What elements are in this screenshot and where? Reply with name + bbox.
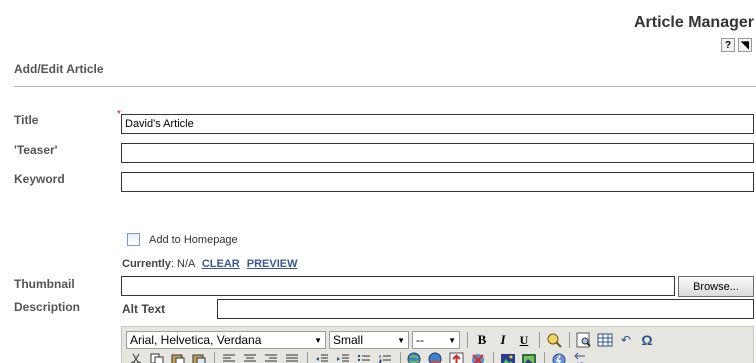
toolbar-separator (539, 332, 540, 348)
chevron-down-icon: ▼ (397, 335, 405, 345)
align-justify-icon (286, 354, 298, 362)
flash-icon (552, 353, 566, 363)
bold-button[interactable]: B (472, 331, 492, 349)
paste-icon (171, 354, 185, 363)
align-center-button[interactable] (240, 351, 260, 363)
find-button[interactable] (574, 331, 594, 349)
clear-link[interactable]: CLEAR (202, 258, 240, 270)
thumbnail-label: Thumbnail (14, 277, 75, 291)
toolbar-separator (467, 332, 468, 348)
image-manager-button[interactable] (519, 351, 539, 363)
align-right-button[interactable] (261, 351, 281, 363)
currently-value: : N/A (170, 258, 195, 270)
cut-button[interactable] (126, 351, 146, 363)
alt-text-label: Alt Text (122, 302, 166, 316)
outdent-button[interactable] (312, 351, 332, 363)
teaser-input[interactable] (121, 143, 754, 163)
title-label: Title (14, 113, 39, 127)
media-icon (472, 354, 484, 363)
undo-button[interactable]: ↶ (616, 331, 636, 349)
toolbar-separator (493, 352, 494, 363)
italic-button[interactable]: I (493, 331, 513, 349)
copy-button[interactable] (147, 351, 167, 363)
help-icon[interactable]: ? (721, 38, 735, 52)
text-direction-icon: AB (574, 352, 585, 360)
indent-icon (337, 354, 349, 362)
text-direction-button[interactable]: AB (570, 351, 590, 363)
align-justify-button[interactable] (282, 351, 302, 363)
description-label: Description (14, 300, 81, 314)
flash-button[interactable] (549, 351, 569, 363)
font-size-select[interactable]: Small ▼ (329, 331, 409, 349)
find-icon (576, 332, 591, 348)
indent-button[interactable] (333, 351, 353, 363)
header-icons: ? ◥ (721, 38, 752, 52)
preview-link[interactable]: PREVIEW (247, 258, 298, 270)
spellcheck-button[interactable] (544, 331, 564, 349)
pointer-icon[interactable]: ◥ (738, 38, 752, 52)
chevron-down-icon: ▼ (314, 335, 322, 345)
insert-image-button[interactable] (498, 351, 518, 363)
bullet-list-icon (357, 354, 370, 363)
special-character-button[interactable]: Ω (637, 331, 657, 349)
align-left-icon (223, 354, 235, 362)
add-to-homepage-checkbox[interactable] (127, 233, 140, 246)
format-select[interactable]: -- ▼ (412, 331, 460, 349)
browse-button[interactable]: Browse... (678, 276, 754, 297)
chevron-down-icon: ▼ (448, 335, 456, 345)
format-value: -- (416, 333, 424, 347)
bullet-list-button[interactable] (354, 351, 374, 363)
font-family-select[interactable]: Arial, Helvetica, Verdana ▼ (126, 331, 326, 349)
unlink-icon (428, 352, 442, 363)
image-icon (501, 354, 515, 363)
thumbnail-file-input[interactable] (121, 276, 675, 296)
title-input[interactable] (121, 114, 754, 134)
upload-icon (449, 352, 464, 363)
toolbar-separator (569, 332, 570, 348)
teaser-label: 'Teaser' (14, 143, 58, 157)
paste-button[interactable] (168, 351, 188, 363)
toolbar-separator (214, 352, 215, 363)
outdent-icon (316, 354, 328, 362)
media-button[interactable] (468, 351, 488, 363)
numbered-list-button[interactable] (375, 351, 395, 363)
globe-link-icon (407, 352, 421, 363)
table-icon (597, 333, 613, 347)
spellcheck-icon (547, 333, 562, 348)
numbered-list-icon (379, 355, 391, 363)
paste-word-button[interactable] (189, 351, 209, 363)
align-right-icon (265, 354, 277, 362)
align-left-button[interactable] (219, 351, 239, 363)
align-center-icon (244, 354, 256, 362)
page-title: Article Manager (633, 14, 754, 31)
alt-text-input[interactable] (217, 299, 754, 319)
toolbar-separator (400, 352, 401, 363)
remove-link-button[interactable] (426, 351, 446, 363)
thumbnail-current: Currently: N/A CLEAR PREVIEW (122, 258, 298, 270)
insert-link-button[interactable] (405, 351, 425, 363)
currently-label: Currently (122, 258, 171, 270)
editor-toolbar: Arial, Helvetica, Verdana ▼ Small ▼ -- ▼ B … (121, 326, 754, 363)
cut-icon (130, 353, 142, 363)
anchor-button[interactable] (447, 351, 467, 363)
toolbar-separator (307, 352, 308, 363)
image-gallery-icon (522, 354, 536, 363)
table-button[interactable] (595, 331, 615, 349)
underline-button[interactable]: U (514, 331, 534, 349)
font-size-value: Small (333, 333, 364, 347)
section-title: Add/Edit Article (14, 62, 104, 76)
paste-word-icon (192, 354, 206, 363)
toolbar-row-1: Arial, Helvetica, Verdana ▼ Small ▼ -- ▼ B … (126, 331, 658, 349)
font-family-value: Arial, Helvetica, Verdana (130, 333, 262, 347)
toolbar-row-2: AB (126, 351, 591, 363)
add-to-homepage-label: Add to Homepage (149, 234, 238, 246)
keyword-label: Keyword (14, 172, 65, 186)
divider (14, 86, 756, 87)
toolbar-separator (544, 352, 545, 363)
copy-icon (150, 353, 164, 363)
keyword-input[interactable] (121, 172, 754, 192)
